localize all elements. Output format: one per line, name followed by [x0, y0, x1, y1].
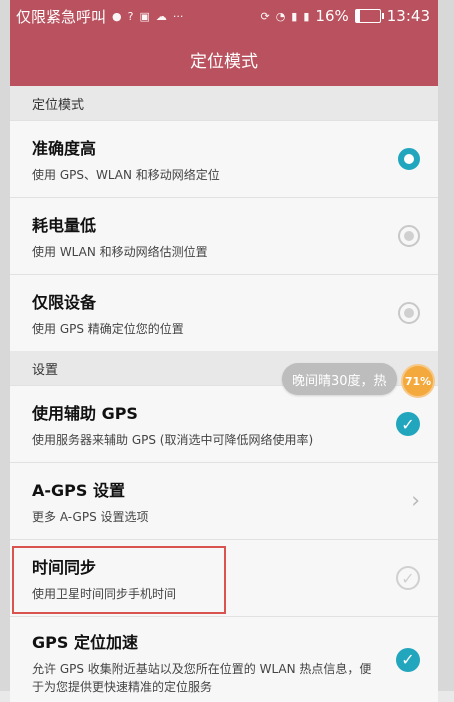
option-title: 耗电量低 [32, 215, 97, 235]
wifi-icon: ◔ [275, 9, 286, 23]
option-subtitle: 使用 GPS、WLAN 和移动网络定位 [32, 167, 220, 182]
check-icon: ✓ [396, 647, 420, 672]
setting-title: GPS 定位加速 [32, 633, 138, 652]
cloud-icon: ☁ [155, 9, 167, 23]
section-location-mode: 定位模式 [10, 86, 438, 120]
check-icon: ✓ [396, 566, 420, 590]
page-title: 定位模式 [190, 51, 258, 72]
weather-bubble[interactable]: 晚间晴30度，热 [282, 363, 397, 395]
option-high-accuracy[interactable]: 准确度高 使用 GPS、WLAN 和移动网络定位 [10, 120, 438, 197]
setting-title: 使用辅助 GPS [32, 403, 138, 423]
chevron-right-icon[interactable]: › [411, 489, 420, 514]
option-subtitle: 使用 WLAN 和移动网络估测位置 [32, 244, 208, 259]
option-title: 准确度高 [32, 138, 97, 158]
radio-selected-icon [398, 148, 420, 170]
setting-time-sync[interactable]: 时间同步 使用卫星时间同步手机时间 ✓ [10, 539, 438, 616]
orb-text: 71% [404, 374, 432, 388]
setting-assisted-gps[interactable]: 使用辅助 GPS 使用服务器来辅助 GPS (取消选中可降低网络使用率) ✓ [10, 385, 438, 462]
status-right: ⟳ ◔ ▮ ▮ 16% 13:43 [260, 7, 430, 25]
weather-text: 晚间晴30度，热 [292, 373, 387, 389]
section-location-mode-label: 定位模式 [32, 97, 85, 113]
sim-card-2-icon: ▮ [303, 9, 310, 23]
status-left: 仅限紧急呼叫 ● ? ▣ ☁ ··· [16, 6, 183, 27]
radio-high-accuracy[interactable] [398, 148, 420, 170]
battery-icon [354, 9, 384, 23]
sim-card-1-icon: ▮ [291, 9, 298, 23]
status-time: 13:43 [386, 7, 430, 25]
screen-frame: 仅限紧急呼叫 ● ? ▣ ☁ ··· ⟳ ◔ ▮ ▮ 16% 13:43 定位模… [0, 0, 454, 702]
option-title: 仅限设备 [32, 292, 97, 312]
app-notification-icon: ● [112, 9, 122, 23]
setting-subtitle: 使用卫星时间同步手机时间 [32, 586, 177, 601]
radio-unselected-icon [398, 302, 420, 324]
checkbox-time-sync[interactable]: ✓ [396, 566, 420, 590]
status-bar: 仅限紧急呼叫 ● ? ▣ ☁ ··· ⟳ ◔ ▮ ▮ 16% 13:43 [10, 0, 438, 32]
setting-title: A-GPS 设置 [32, 480, 125, 500]
more-dots-icon: ··· [172, 9, 184, 23]
battery-percent: 16% [315, 7, 349, 25]
battery-level [355, 10, 360, 22]
status-left-text: 仅限紧急呼叫 [16, 7, 107, 26]
section-settings-label: 设置 [32, 362, 59, 378]
checkbox-gps-acceleration[interactable]: ✓ [396, 647, 420, 672]
checkbox-assisted-gps[interactable]: ✓ [396, 412, 420, 436]
setting-subtitle: 使用服务器来辅助 GPS (取消选中可降低网络使用率) [32, 432, 314, 447]
check-icon: ✓ [396, 412, 420, 436]
rotate-lock-icon: ⟳ [260, 9, 270, 23]
radio-battery-saving[interactable] [398, 225, 420, 247]
floating-orb[interactable]: 71% [401, 364, 435, 398]
help-icon: ? [127, 9, 134, 23]
setting-agps[interactable]: A-GPS 设置 更多 A-GPS 设置选项 › [10, 462, 438, 539]
app-bar: 定位模式 [10, 32, 438, 86]
option-subtitle: 使用 GPS 精确定位您的位置 [32, 321, 184, 336]
option-battery-saving[interactable]: 耗电量低 使用 WLAN 和移动网络估测位置 [10, 197, 438, 274]
option-device-only[interactable]: 仅限设备 使用 GPS 精确定位您的位置 [10, 274, 438, 351]
radio-device-only[interactable] [398, 302, 420, 324]
setting-title: 时间同步 [32, 557, 97, 577]
setting-subtitle: 更多 A-GPS 设置选项 [32, 509, 149, 524]
radio-unselected-icon [398, 225, 420, 247]
image-icon: ▣ [139, 9, 150, 23]
setting-gps-acceleration[interactable]: GPS 定位加速 允许 GPS 收集附近基站以及您所在位置的 WLAN 热点信息… [10, 616, 438, 702]
